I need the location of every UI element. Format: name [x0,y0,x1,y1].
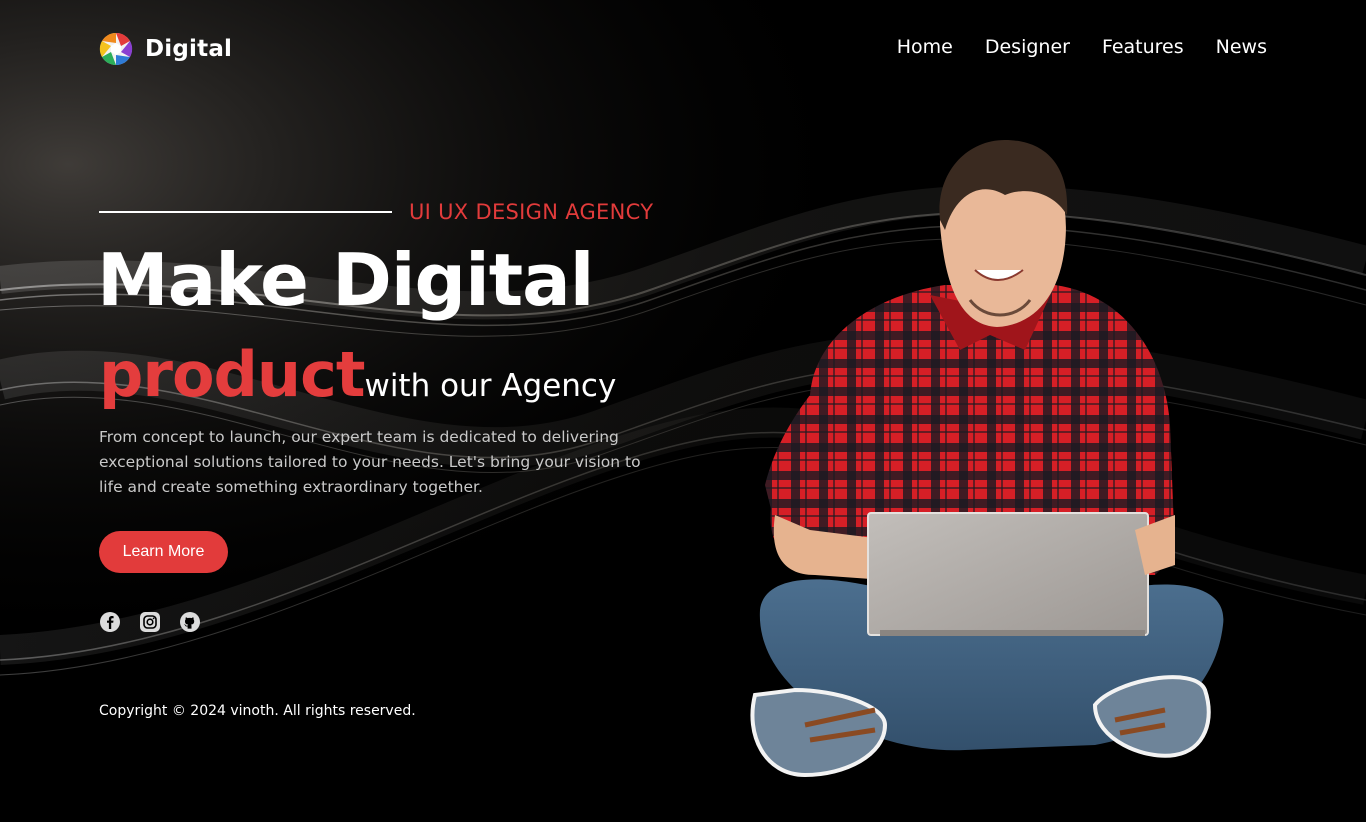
github-link[interactable] [179,611,201,633]
learn-more-button[interactable]: Learn More [99,531,228,573]
hero-headline: Make Digital [97,238,594,322]
hero-subline: product with our Agency [99,338,616,411]
tagline-divider [99,211,392,213]
main-nav: Home Designer Features News [897,36,1267,58]
brand-name: Digital [145,36,233,62]
hero-subline-text: with our Agency [364,368,617,404]
instagram-link[interactable] [139,611,161,633]
brand[interactable]: Digital [99,32,232,66]
copyright-text: Copyright © 2024 vinoth. All rights rese… [99,703,416,719]
tagline: UI UX DESIGN AGENCY [99,200,653,224]
nav-designer[interactable]: Designer [985,36,1070,58]
social-links [99,611,201,633]
nav-home[interactable]: Home [897,36,953,58]
aperture-logo-icon [99,32,133,66]
nav-features[interactable]: Features [1102,36,1184,58]
nav-news[interactable]: News [1216,36,1267,58]
hero-description: From concept to launch, our expert team … [99,428,641,496]
person-with-laptop-image [750,140,1224,778]
github-icon [180,612,200,632]
facebook-link[interactable] [99,611,121,633]
instagram-icon [140,612,160,632]
tagline-text: UI UX DESIGN AGENCY [409,200,654,224]
facebook-icon [100,612,120,632]
hero-accent-word: product [99,338,365,411]
